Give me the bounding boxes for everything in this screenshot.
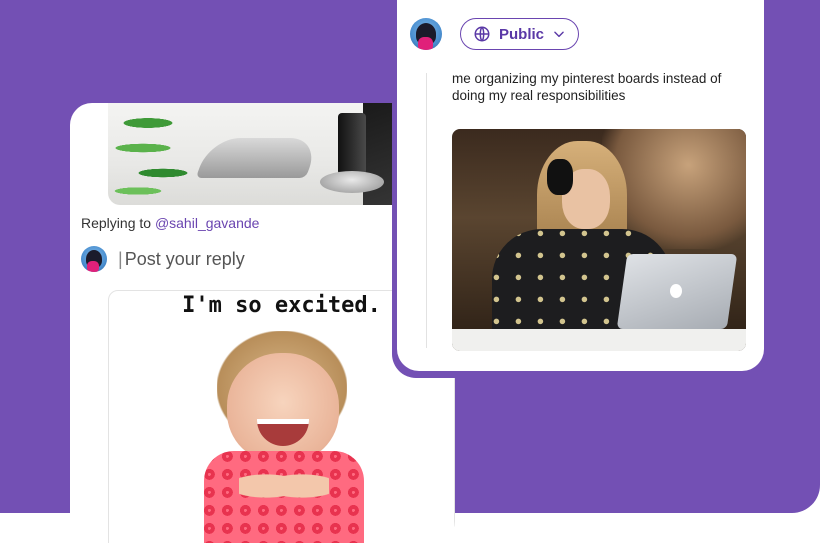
avatar[interactable]: [410, 18, 442, 50]
replying-prefix: Replying to: [81, 215, 155, 231]
monitor-foot-shape: [320, 171, 384, 193]
thread-line: [426, 73, 427, 348]
post-card: Public me organizing my pinterest boards…: [397, 0, 764, 371]
plant-shape: [108, 103, 203, 205]
monitor-stand-shape: [338, 113, 366, 175]
replying-to: Replying to @sahil_gavande: [81, 215, 259, 231]
post-image[interactable]: [452, 129, 746, 351]
audience-selector[interactable]: Public: [460, 18, 580, 50]
meme-face-shape: [227, 353, 339, 463]
mention-link[interactable]: @sahil_gavande: [155, 215, 260, 231]
reply-placeholder: Post your reply: [124, 249, 245, 269]
monitor-shape: [195, 138, 321, 178]
photo-apple-shape: [670, 284, 682, 298]
text-cursor: |: [118, 249, 123, 269]
chevron-down-icon: [554, 31, 564, 38]
globe-icon: [474, 26, 490, 42]
photo-desk-shape: [452, 329, 746, 351]
meme-fists-shape: [239, 466, 329, 506]
photo-headphones-shape: [547, 159, 573, 195]
audience-label: Public: [499, 25, 545, 43]
reply-input[interactable]: | Post your reply: [118, 249, 245, 270]
post-card-frame: Public me organizing my pinterest boards…: [392, 0, 769, 378]
avatar[interactable]: [81, 246, 107, 272]
post-text: me organizing my pinterest boards instea…: [452, 71, 722, 103]
